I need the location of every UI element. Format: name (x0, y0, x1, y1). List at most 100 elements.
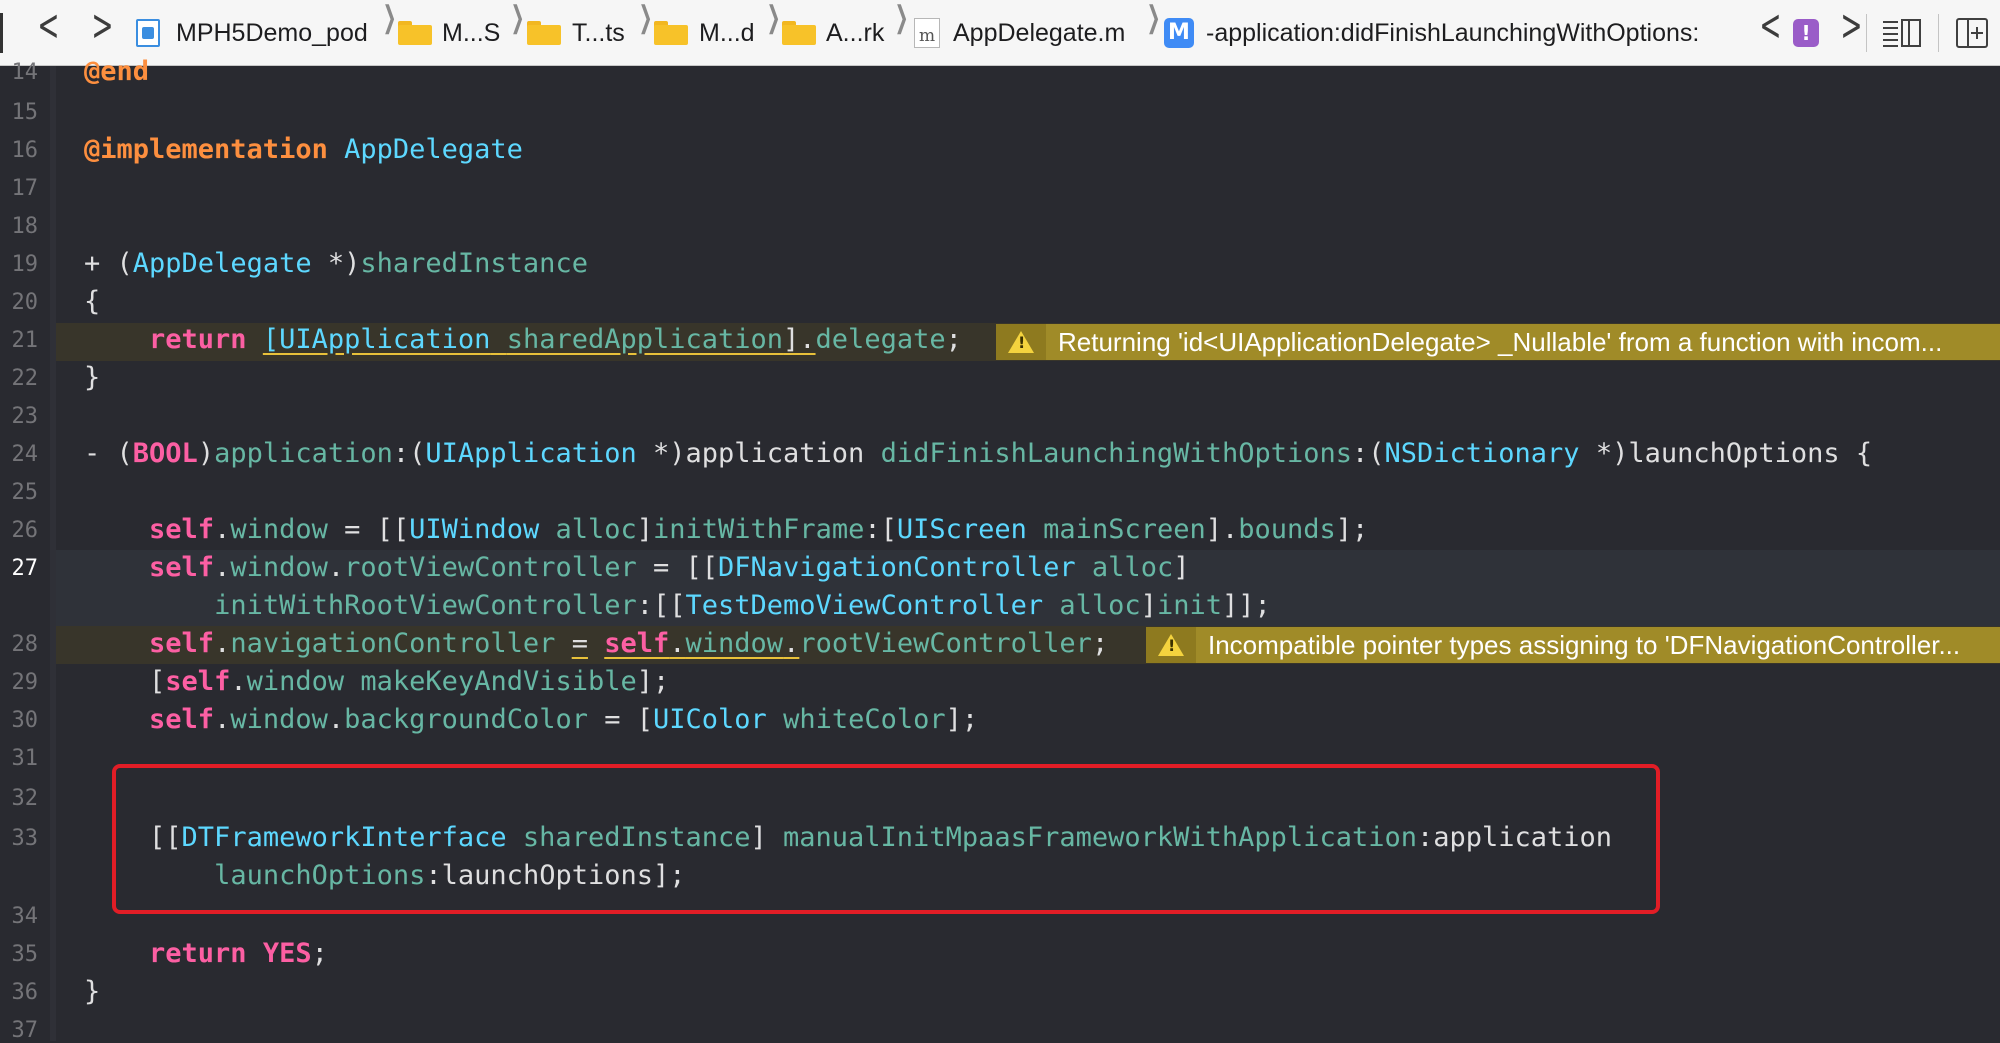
code-token: DFNavigationController (718, 552, 1076, 583)
line-number: 16 (11, 138, 39, 163)
breadcrumb-project[interactable]: MPH5Demo_pod (176, 0, 368, 66)
code-token: TestDemoViewController (685, 590, 1044, 621)
line-number: 22 (11, 366, 39, 391)
code-token: ]; (636, 666, 670, 697)
code-token: UIScreen (896, 514, 1027, 545)
code-token: window (246, 666, 345, 697)
code-token: self (149, 628, 215, 659)
code-line[interactable]: [self.window makeKeyAndVisible]; (149, 666, 669, 697)
code-token: . (327, 552, 345, 583)
code-line[interactable]: self.navigationController = self.window.… (149, 628, 1108, 659)
back-arrow-icon[interactable]: < (37, 0, 59, 66)
code-token: rootViewController (344, 552, 637, 583)
code-token: self (149, 552, 215, 583)
warning-message: Returning 'id<UIApplicationDelegate> _Nu… (1058, 326, 1943, 357)
code-line[interactable]: + (AppDelegate *)sharedInstance (84, 248, 588, 279)
code-token: ] (1173, 552, 1190, 583)
editor-options-icon[interactable] (1882, 18, 1922, 48)
project-icon (136, 19, 160, 47)
code-token: UIWindow (409, 514, 540, 545)
warning-icon (996, 324, 1046, 360)
code-line[interactable]: self.window = [[UIWindow alloc]initWithF… (149, 514, 1368, 545)
code-token: - ( (84, 438, 133, 469)
warning-annotation[interactable]: Incompatible pointer types assigning to … (1146, 627, 2000, 663)
code-line[interactable]: @end (84, 56, 149, 87)
code-token: + ( (84, 248, 133, 279)
code-token: ; (1091, 628, 1109, 659)
next-issue-icon[interactable]: > (1840, 0, 1862, 66)
line-number: 32 (11, 786, 39, 811)
code-token: init (1156, 590, 1222, 621)
code-token: = [[ (636, 552, 719, 583)
code-token: . (783, 628, 800, 659)
code-token: YES (262, 938, 312, 969)
code-token: } (84, 976, 101, 1007)
code-line[interactable]: return YES; (149, 938, 328, 969)
line-number: 19 (11, 252, 39, 277)
code-token: return (149, 324, 247, 355)
line-number: 20 (11, 290, 39, 315)
code-token: . (214, 704, 231, 735)
code-line[interactable]: - (BOOL)application:(UIApplication *)app… (84, 438, 1872, 469)
breadcrumb-folder-4[interactable]: A...rk (826, 0, 884, 66)
code-token: ]. (1205, 514, 1239, 545)
code-token: = [ (587, 704, 654, 735)
line-number: 24 (11, 442, 39, 467)
code-token: *)application (636, 438, 881, 469)
code-token: ]; (1335, 514, 1369, 545)
code-token: return (149, 938, 247, 969)
breadcrumb-folder-1[interactable]: M...S (442, 0, 500, 66)
code-token: UIApplication (425, 438, 637, 469)
folder-icon (654, 21, 688, 45)
code-token: :( (392, 438, 426, 469)
code-line[interactable]: initWithRootViewController:[[TestDemoVie… (214, 590, 1271, 621)
code-line[interactable]: self.window.rootViewController = [[DFNav… (149, 552, 1189, 583)
previous-issue-icon[interactable]: < (1759, 0, 1781, 66)
code-line[interactable]: { (84, 286, 100, 317)
breadcrumb-method[interactable]: -application:didFinishLaunchingWithOptio… (1206, 0, 1699, 66)
line-number: 35 (11, 942, 39, 967)
breadcrumb-folder-3[interactable]: M...d (699, 0, 755, 66)
add-editor-icon[interactable] (1956, 18, 1988, 48)
chevron-right-icon: ❯ (766, 1, 781, 34)
code-token: @implementation (84, 134, 328, 165)
code-token: . (214, 628, 231, 659)
code-token: self (604, 628, 670, 659)
code-token: . (214, 514, 231, 545)
code-line[interactable]: self.window.backgroundColor = [UIColor w… (149, 704, 978, 735)
code-token: alloc (555, 514, 637, 545)
breadcrumb-folder-2[interactable]: T...ts (572, 0, 625, 66)
code-token: . (327, 704, 345, 735)
code-token: NSDictionary (1384, 438, 1580, 469)
code-line[interactable]: } (84, 362, 100, 393)
line-number: 25 (11, 480, 39, 505)
breadcrumb-file[interactable]: AppDelegate.m (953, 0, 1125, 66)
code-line[interactable]: return [UIApplication sharedApplication]… (149, 324, 962, 355)
code-token: BOOL (132, 438, 198, 469)
code-token: application (214, 438, 393, 469)
warning-annotation[interactable]: Returning 'id<UIApplicationDelegate> _Nu… (996, 324, 2000, 360)
code-line[interactable]: @implementation AppDelegate (84, 134, 523, 165)
code-token: didFinishLaunchingWithOptions (880, 438, 1352, 469)
code-token: ] (636, 514, 654, 545)
code-token: AppDelegate (132, 248, 312, 279)
line-number: 33 (11, 826, 39, 851)
code-token: ] (1140, 590, 1157, 621)
line-number: 34 (11, 904, 39, 929)
code-token: ; (311, 938, 328, 969)
code-token: sharedInstance (360, 248, 588, 279)
code-token: = [[ (327, 514, 410, 545)
code-line[interactable]: } (84, 976, 100, 1007)
code-token: self (149, 514, 215, 545)
issue-icon[interactable]: ! (1793, 19, 1819, 47)
line-number: 30 (11, 708, 39, 733)
line-number: 37 (11, 1018, 39, 1043)
code-token: . (669, 628, 686, 659)
